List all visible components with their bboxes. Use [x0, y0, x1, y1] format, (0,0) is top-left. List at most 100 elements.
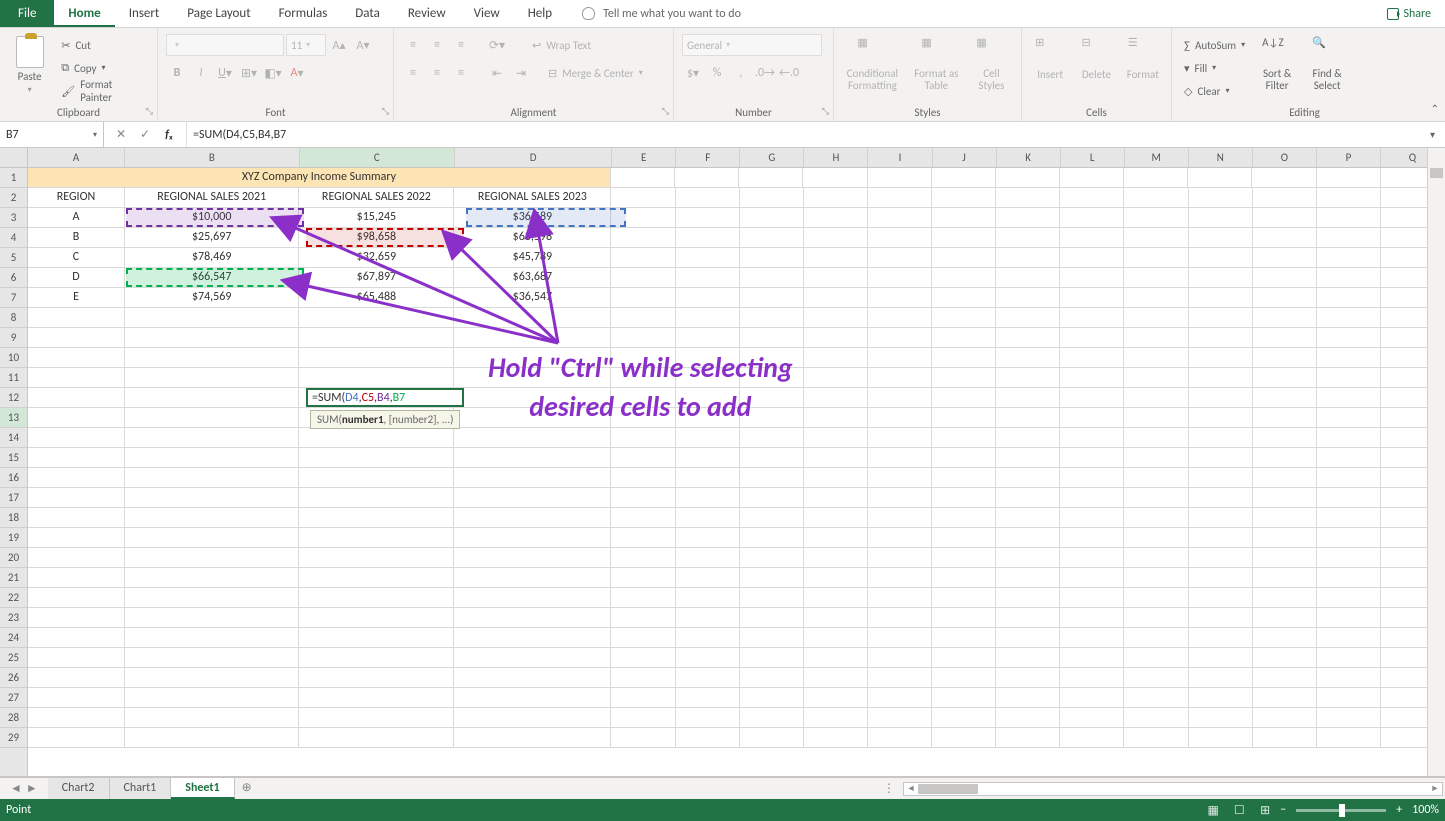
cell[interactable] [868, 308, 932, 328]
cell[interactable] [28, 668, 125, 688]
select-all-corner[interactable] [0, 148, 27, 168]
cell[interactable] [996, 388, 1060, 408]
cell[interactable] [1253, 728, 1317, 748]
cell[interactable] [611, 328, 675, 348]
cell[interactable] [803, 168, 867, 188]
cell[interactable] [1124, 668, 1188, 688]
cell[interactable] [1060, 528, 1124, 548]
cell[interactable] [1317, 168, 1381, 188]
cell[interactable] [676, 268, 740, 288]
cell[interactable] [299, 628, 454, 648]
cell[interactable] [28, 568, 125, 588]
cell[interactable] [125, 468, 299, 488]
cell[interactable]: REGIONAL SALES 2023 [454, 188, 611, 208]
cell[interactable] [28, 708, 125, 728]
cell[interactable] [804, 648, 868, 668]
cell[interactable] [1317, 608, 1381, 628]
cell[interactable] [299, 328, 454, 348]
format-cells-button[interactable]: ☰Format [1123, 32, 1163, 81]
cell[interactable] [1060, 348, 1124, 368]
cell[interactable] [611, 428, 675, 448]
cell[interactable] [1189, 508, 1253, 528]
cell[interactable] [1189, 308, 1253, 328]
cell[interactable] [932, 568, 996, 588]
cell[interactable] [1189, 208, 1253, 228]
font-family-combo[interactable]: ▾ [166, 34, 284, 56]
cell[interactable] [1253, 228, 1317, 248]
cell[interactable] [299, 708, 454, 728]
col-header-M[interactable]: M [1125, 148, 1189, 167]
cell[interactable] [676, 448, 740, 468]
align-left-icon[interactable]: ≡ [402, 62, 424, 84]
cell[interactable] [740, 208, 804, 228]
cell[interactable] [740, 548, 804, 568]
cell[interactable] [299, 508, 454, 528]
cell[interactable] [932, 348, 996, 368]
cell[interactable] [1317, 408, 1381, 428]
cell[interactable] [1189, 588, 1253, 608]
row-header-23[interactable]: 23 [0, 608, 27, 628]
cell[interactable] [932, 448, 996, 468]
cell[interactable] [1124, 688, 1188, 708]
cell[interactable] [868, 428, 932, 448]
cell[interactable] [1253, 688, 1317, 708]
scrollbar-thumb[interactable] [918, 784, 978, 794]
cell[interactable] [28, 648, 125, 668]
cell[interactable] [868, 448, 932, 468]
cell[interactable] [996, 248, 1060, 268]
cell[interactable] [611, 528, 675, 548]
format-as-table-button[interactable]: ▦Format as Table [909, 32, 964, 92]
cell[interactable] [611, 728, 675, 748]
cell[interactable] [804, 468, 868, 488]
insert-cells-button[interactable]: ⊞Insert [1030, 32, 1070, 81]
dialog-launcher-icon[interactable]: ⤡ [662, 106, 669, 117]
cell[interactable] [676, 228, 740, 248]
cell[interactable] [1060, 308, 1124, 328]
cell[interactable] [1317, 568, 1381, 588]
row-header-17[interactable]: 17 [0, 488, 27, 508]
cell[interactable] [996, 708, 1060, 728]
cell[interactable] [868, 388, 932, 408]
cell[interactable] [868, 708, 932, 728]
cell[interactable] [299, 588, 454, 608]
cell[interactable] [932, 708, 996, 728]
cell[interactable] [299, 728, 454, 748]
cell[interactable] [125, 428, 299, 448]
cell[interactable] [1189, 248, 1253, 268]
cell[interactable] [1253, 248, 1317, 268]
cell[interactable] [1060, 468, 1124, 488]
cell[interactable] [1060, 588, 1124, 608]
row-header-26[interactable]: 26 [0, 668, 27, 688]
cell[interactable] [1252, 168, 1316, 188]
cell[interactable] [299, 668, 454, 688]
cell[interactable] [1189, 668, 1253, 688]
cell[interactable] [996, 508, 1060, 528]
cell[interactable]: $65,488 [299, 288, 454, 308]
tab-file[interactable]: File [0, 0, 54, 27]
cell[interactable] [868, 628, 932, 648]
cell[interactable] [996, 568, 1060, 588]
cell[interactable] [611, 288, 675, 308]
align-middle-icon[interactable]: ≡ [426, 34, 448, 56]
cell[interactable] [1060, 428, 1124, 448]
cell[interactable] [125, 528, 299, 548]
cell[interactable] [868, 188, 932, 208]
cell[interactable] [804, 508, 868, 528]
cell[interactable] [28, 448, 125, 468]
cell[interactable] [868, 348, 932, 368]
cell[interactable] [804, 188, 868, 208]
share-button[interactable]: Share [1373, 0, 1445, 27]
cell[interactable] [1124, 308, 1188, 328]
cell[interactable] [1124, 628, 1188, 648]
decrease-indent-icon[interactable]: ⇤ [486, 62, 508, 84]
cell[interactable] [804, 368, 868, 388]
cell[interactable] [611, 668, 675, 688]
cell[interactable] [611, 608, 675, 628]
col-header-D[interactable]: D [455, 148, 612, 167]
cell[interactable] [1124, 468, 1188, 488]
cell[interactable] [932, 468, 996, 488]
cell[interactable] [868, 688, 932, 708]
cell[interactable] [932, 548, 996, 568]
cell[interactable] [1188, 168, 1252, 188]
tell-me-search[interactable]: Tell me what you want to do [582, 0, 741, 27]
